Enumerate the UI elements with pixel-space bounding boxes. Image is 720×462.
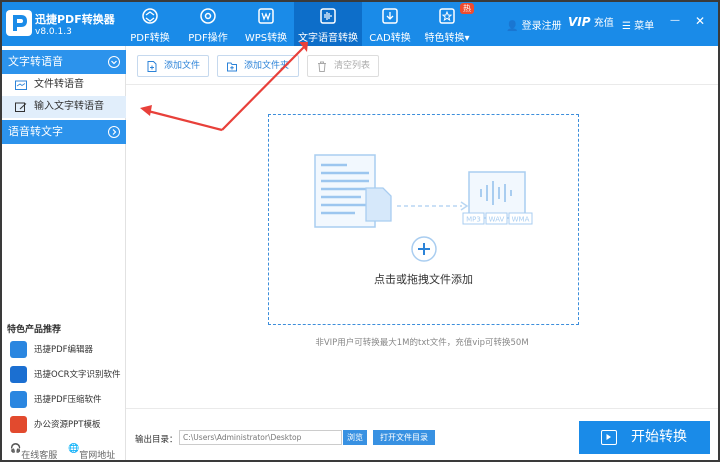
sidebar-section-text-to-speech[interactable]: 文字转语音: [2, 50, 126, 74]
format-mp3: MP3: [466, 216, 481, 224]
login-button[interactable]: 👤 登录注册: [506, 17, 562, 32]
folder-icon: [15, 80, 27, 90]
nav-special-convert[interactable]: 特色转换▾ 热: [418, 2, 476, 46]
play-icon: [601, 430, 617, 445]
header-bar: 迅捷PDF转换器 v8.0.1.3 PDF转换 PDF操作 WPS转换 文字语音…: [2, 2, 718, 46]
chevron-down-icon: [108, 56, 120, 68]
vip-recharge-button[interactable]: VIP 充值: [568, 14, 614, 29]
wps-icon: [258, 8, 274, 24]
add-folder-button[interactable]: 添加文件夹: [217, 55, 299, 77]
recommend-pdf-editor[interactable]: 迅捷PDF编辑器: [2, 338, 126, 362]
browse-button[interactable]: 浏览: [343, 430, 367, 445]
online-support-link[interactable]: 🎧 在线客服: [10, 444, 57, 460]
user-icon: 👤: [506, 21, 519, 32]
edit-icon: [15, 102, 27, 112]
sidebar-footer: 🎧 在线客服 🌐 官网地址: [2, 440, 126, 460]
format-wav: WAV: [489, 216, 505, 224]
add-file-icon: [147, 61, 157, 72]
nav-cad-convert[interactable]: CAD转换: [368, 2, 412, 46]
cad-icon: [382, 8, 398, 24]
pdf-editor-icon: [10, 341, 27, 358]
output-path-field[interactable]: C:\Users\Administrator\Desktop: [179, 430, 342, 445]
refresh-icon: [142, 8, 158, 24]
recommend-pdf-compress[interactable]: 迅捷PDF压缩软件: [2, 388, 126, 412]
star-icon: [439, 8, 455, 24]
recommend-ocr[interactable]: 迅捷OCR文字识别软件: [2, 363, 126, 387]
close-button[interactable]: ✕: [695, 14, 705, 28]
gear-icon: [200, 8, 216, 24]
dropzone-hint: 点击或拖拽文件添加: [374, 273, 473, 286]
add-file-button[interactable]: 添加文件: [137, 55, 209, 77]
open-folder-button[interactable]: 打开文件目录: [373, 430, 435, 445]
website-link[interactable]: 🌐 官网地址: [68, 444, 115, 460]
clear-list-button[interactable]: 清空列表: [307, 55, 379, 77]
pdf-compress-icon: [10, 391, 27, 408]
app-version: v8.0.1.3: [35, 27, 72, 37]
file-dropzone[interactable]: MP3 WAV WMA 点击或拖拽文件添加: [268, 114, 579, 325]
minimize-button[interactable]: —: [670, 15, 680, 26]
app-window: 迅捷PDF转换器 v8.0.1.3 PDF转换 PDF操作 WPS转换 文字语音…: [0, 0, 720, 462]
sidebar: 文字转语音 文件转语音 输入文字转语音 语音转文字 特色产品推荐 迅捷PDF编辑…: [2, 46, 126, 460]
toolbar-divider: [126, 84, 718, 85]
sidebar-item-text-input-to-speech[interactable]: 输入文字转语音: [2, 96, 126, 118]
app-name: 迅捷PDF转换器: [35, 13, 115, 26]
sidebar-section-speech-to-text[interactable]: 语音转文字: [2, 120, 126, 144]
ocr-icon: [10, 366, 27, 383]
main-panel: 添加文件 添加文件夹 清空列表 MP3 WAV WMA 点击或拖拽文件添加 非V…: [126, 46, 718, 460]
recommend-ppt-template[interactable]: 办公资源PPT模板: [2, 413, 126, 437]
menu-icon: ☰: [622, 21, 631, 32]
output-bar: 输出目录： C:\Users\Administrator\Desktop 浏览 …: [126, 408, 718, 460]
output-dir-label: 输出目录：: [135, 435, 178, 445]
trash-icon: [318, 61, 326, 72]
nav-text-speech[interactable]: 文字语音转换: [294, 2, 362, 46]
nav-pdf-operate[interactable]: PDF操作: [182, 2, 234, 46]
format-wma: WMA: [512, 216, 530, 224]
recommend-title: 特色产品推荐: [7, 325, 62, 335]
add-folder-icon: [227, 62, 237, 72]
nav-pdf-convert[interactable]: PDF转换: [124, 2, 176, 46]
ppt-icon: [10, 416, 27, 433]
conversion-illustration: MP3 WAV WMA: [314, 154, 533, 262]
vip-limit-note: 非VIP用户可转换最大1M的txt文件，充值vip可转换50M: [315, 338, 529, 348]
hot-badge: 热: [460, 3, 474, 14]
nav-wps-convert[interactable]: WPS转换: [240, 2, 292, 46]
chevron-right-icon: [108, 126, 120, 138]
audio-wave-icon: [320, 8, 336, 24]
menu-button[interactable]: ☰ 菜单: [622, 17, 654, 32]
start-convert-button[interactable]: 开始转换: [579, 421, 710, 454]
app-logo: [6, 10, 32, 36]
sidebar-item-file-to-speech[interactable]: 文件转语音: [2, 74, 126, 96]
